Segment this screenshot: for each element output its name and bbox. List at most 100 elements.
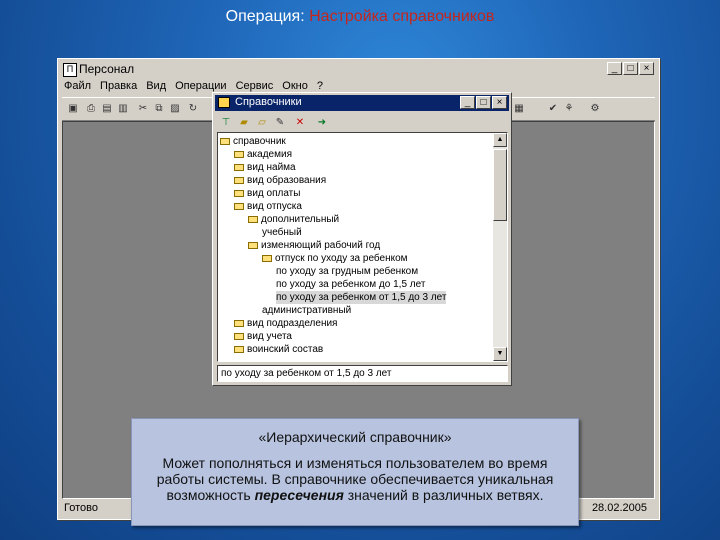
folder-icon	[234, 202, 244, 210]
tree-item[interactable]: воинский состав	[234, 343, 323, 356]
tree-item-label: отпуск по уходу за ребенком	[275, 253, 408, 264]
tree-item[interactable]: справочник	[220, 135, 286, 148]
refresh-icon[interactable]: ↻	[186, 102, 200, 115]
table-icon[interactable]: ▦	[512, 102, 526, 115]
tree-item-label: вид отпуска	[247, 201, 302, 212]
callout-emphasis: пересечения	[254, 487, 344, 503]
tree-item[interactable]: вид оплаты	[234, 187, 300, 200]
tree-item[interactable]: изменяющий рабочий год	[248, 239, 380, 252]
selected-value-field[interactable]: по уходу за ребенком от 1,5 до 3 лет	[217, 365, 508, 382]
folder-icon	[234, 189, 244, 197]
callout-body: Может пополняться и изменяться пользоват…	[142, 455, 568, 503]
print-icon[interactable]: ⎙	[84, 102, 98, 115]
tree-item[interactable]: вид отпуска	[234, 200, 302, 213]
scroll-thumb[interactable]	[493, 149, 507, 221]
folder-icon	[220, 137, 230, 145]
callout-heading: «Иерархический справочник»	[258, 429, 452, 445]
cut-icon[interactable]: ✂	[136, 102, 150, 115]
folder-icon	[234, 150, 244, 158]
tree-item[interactable]: учебный	[262, 226, 302, 239]
tree-item[interactable]: административный	[262, 304, 351, 317]
dictionaries-title: Справочники	[235, 96, 302, 108]
slide-title-prefix: Операция:	[225, 8, 305, 25]
tree-item-label: по уходу за грудным ребенком	[276, 266, 419, 277]
folder-icon	[234, 332, 244, 340]
folder-icon	[218, 97, 230, 108]
select-arrow-icon[interactable]: ➜	[315, 116, 329, 129]
tree-item-label: вид оплаты	[247, 188, 301, 199]
tree-item[interactable]: вид учета	[234, 330, 292, 343]
menu-item[interactable]: Файл	[64, 80, 91, 92]
maximize-icon[interactable]: □	[623, 62, 638, 75]
menu-item[interactable]: Окно	[282, 80, 308, 92]
tree-item-label: академия	[247, 149, 292, 160]
minimize-icon[interactable]: _	[607, 62, 622, 75]
slide-title: Операция: Настройка справочников	[0, 8, 720, 26]
tree-item-label: по уходу за ребенком от 1,5 до 3 лет	[276, 292, 447, 303]
dictionaries-titlebar: Справочники _ □ ×	[215, 95, 509, 111]
scroll-down-icon[interactable]: ▼	[493, 347, 507, 361]
tree-item-label: вид подразделения	[247, 318, 338, 329]
tree-item-label: изменяющий рабочий год	[261, 240, 381, 251]
edit-icon[interactable]: ✎	[273, 116, 287, 129]
new-folder-icon[interactable]: ▰	[237, 116, 251, 129]
tree-item[interactable]: вид подразделения	[234, 317, 337, 330]
scroll-up-icon[interactable]: ▲	[493, 133, 507, 147]
settings-icon[interactable]: ⚙	[588, 102, 602, 115]
menu-item[interactable]: Сервис	[236, 80, 274, 92]
tree-item[interactable]: по уходу за грудным ребенком	[276, 265, 418, 278]
tree-item[interactable]: дополнительный	[248, 213, 339, 226]
maximize-icon[interactable]: □	[476, 96, 491, 109]
tree-item-label: вид найма	[247, 162, 296, 173]
new-item-icon[interactable]: ▱	[255, 116, 269, 129]
tree-item[interactable]: по уходу за ребенком до 1,5 лет	[276, 278, 425, 291]
save-icon[interactable]: ▣	[66, 102, 80, 115]
menu-item[interactable]: Правка	[100, 80, 137, 92]
tree-scrollbar[interactable]: ▲ ▼	[493, 133, 507, 361]
tree-item-label: вид образования	[247, 175, 327, 186]
tree-item-label: дополнительный	[261, 214, 340, 225]
app-title: Персонал	[79, 62, 135, 76]
tree-item[interactable]: академия	[234, 148, 292, 161]
callout-text-2: значений в различных ветвях.	[347, 487, 544, 503]
folder-icon	[234, 176, 244, 184]
status-date: 28.02.2005	[591, 502, 647, 514]
app-titlebar: П Персонал _ □ ×	[59, 60, 658, 78]
folder-icon	[248, 215, 258, 223]
tree-item-label: справочник	[233, 136, 286, 147]
app-icon: П	[63, 63, 77, 77]
folder-icon	[248, 241, 258, 249]
tree-item-label: учебный	[262, 227, 302, 238]
tree-item[interactable]: отпуск по уходу за ребенком	[262, 252, 408, 265]
menu-item[interactable]: Вид	[146, 80, 166, 92]
menu-item[interactable]: ?	[317, 80, 323, 92]
tree-item-label: по уходу за ребенком до 1,5 лет	[276, 279, 426, 290]
tree-item-label: вид учета	[247, 331, 292, 342]
page-icon[interactable]: ▥	[116, 102, 130, 115]
folder-icon	[262, 254, 272, 262]
tree-item-label: воинский состав	[247, 344, 324, 355]
check-icon[interactable]: ✔	[546, 102, 560, 115]
status-text: Готово	[64, 502, 98, 514]
paste-icon[interactable]: ▨	[168, 102, 182, 115]
folder-icon	[234, 319, 244, 327]
delete-icon[interactable]: ✕	[293, 116, 307, 129]
copy-icon[interactable]: ⧉	[152, 102, 166, 115]
tree-item[interactable]: по уходу за ребенком от 1,5 до 3 лет	[276, 291, 447, 304]
close-icon[interactable]: ×	[639, 62, 654, 75]
tree-item-label: административный	[262, 305, 352, 316]
tree-item[interactable]: вид образования	[234, 174, 326, 187]
menu-item[interactable]: Операции	[175, 80, 226, 92]
preview-icon[interactable]: ▤	[100, 102, 114, 115]
dictionary-tree: ▲ ▼ справочник академия вид найма вид образ…	[217, 132, 508, 362]
callout-box: «Иерархический справочник» Может пополня…	[131, 418, 579, 526]
minimize-icon[interactable]: _	[460, 96, 475, 109]
close-icon[interactable]: ×	[492, 96, 507, 109]
tree-item[interactable]: вид найма	[234, 161, 296, 174]
slide-title-accent: Настройка справочников	[309, 8, 495, 25]
folder-icon	[234, 345, 244, 353]
filter-icon[interactable]: ⊤	[219, 116, 233, 129]
handshake-icon[interactable]: ⚘	[562, 102, 576, 115]
folder-icon	[234, 163, 244, 171]
dictionaries-window: Справочники _ □ × ⊤ ▰ ▱ ✎ ✕ ➜ ▲ ▼ справо…	[212, 92, 512, 386]
